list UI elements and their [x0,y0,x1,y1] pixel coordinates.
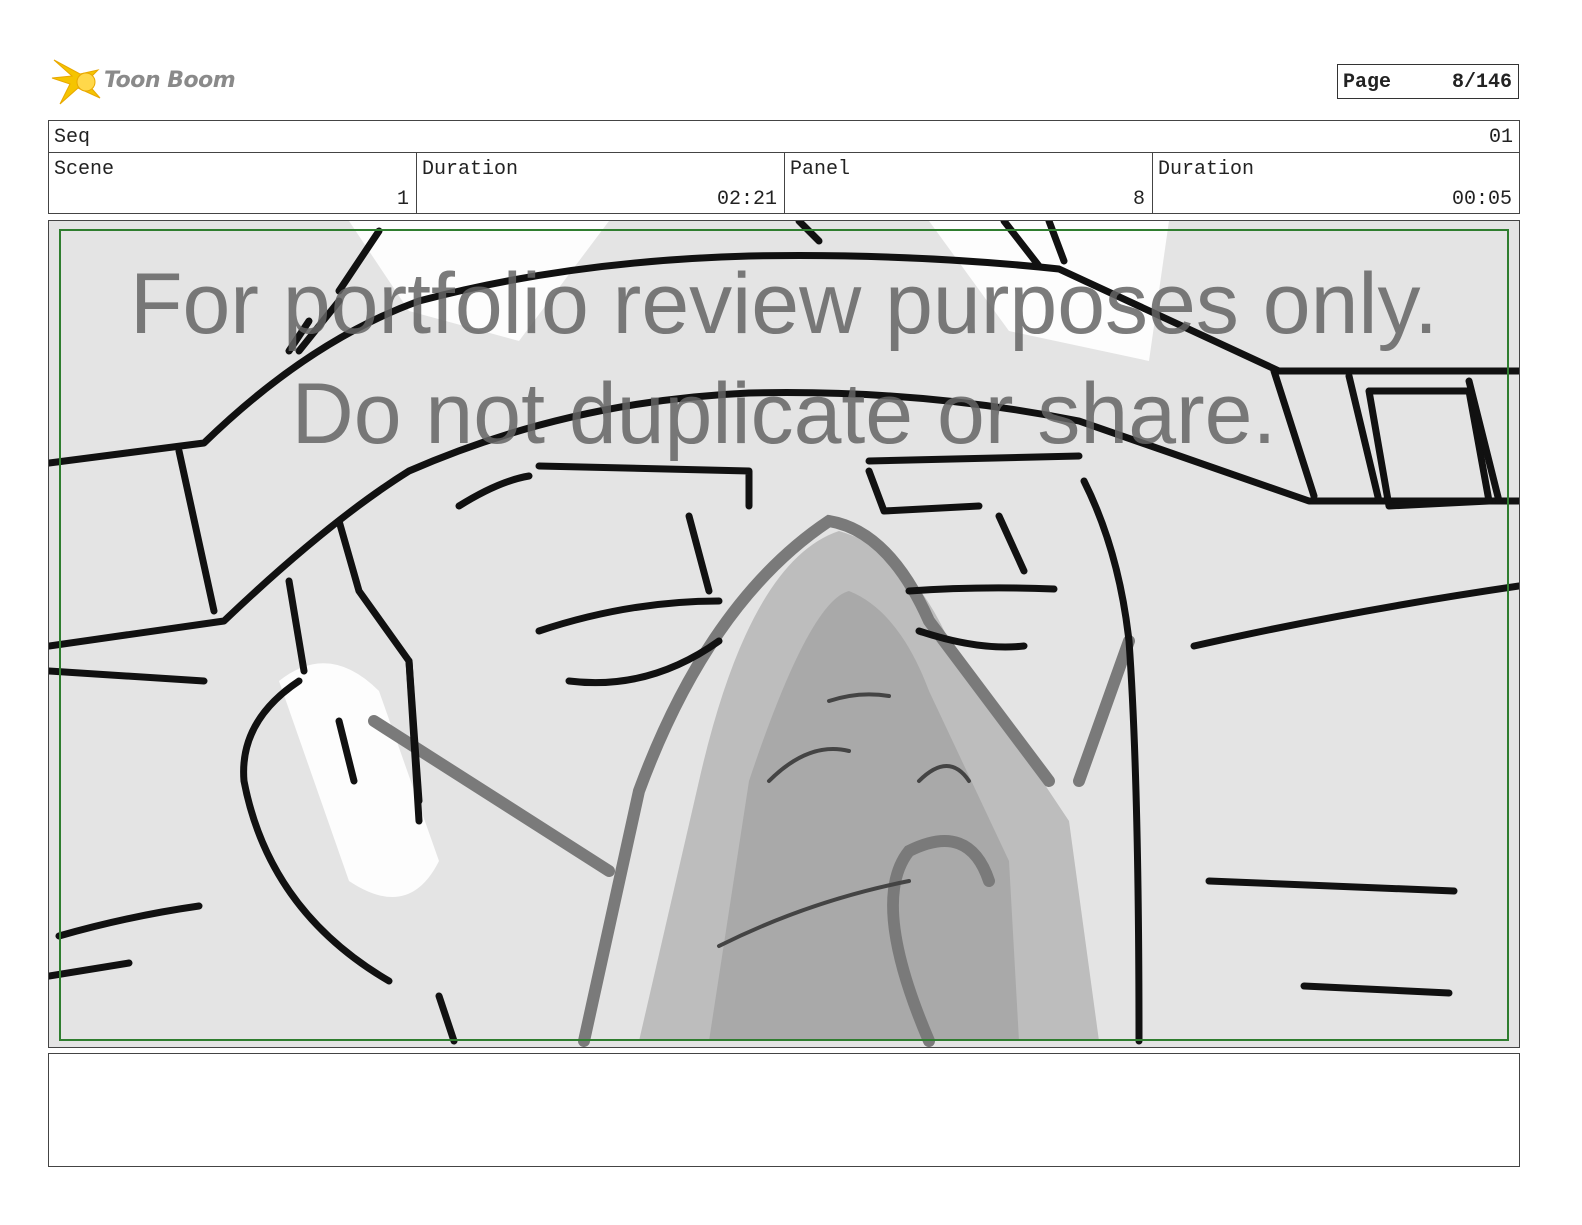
page-indicator: Page 8/146 [1337,64,1519,99]
panel-label: Panel [790,158,851,181]
panel-value: 8 [1132,188,1145,211]
scene-value: 1 [396,188,409,211]
panel-duration-cell: Duration 00:05 [1152,152,1519,214]
page-number: 8/146 [1451,71,1512,94]
sequence-row: Seq 01 [49,121,1519,153]
sequence-value: 01 [1488,126,1513,149]
panel-notes-box [48,1053,1520,1167]
panel-cell: Panel 8 [784,152,1152,214]
scene-label: Scene [54,158,115,181]
starburst-logo-icon [51,59,101,105]
page-label: Page [1343,71,1392,94]
storyboard-panel: For portfolio review purposes only. Do n… [48,220,1520,1048]
scene-duration-label: Duration [422,158,519,181]
storyboard-info-table: Seq 01 Scene 1 Duration 02:21 Panel 8 Du… [48,120,1520,214]
toon-boom-logo: Toon Boom [50,56,250,108]
scene-duration-cell: Duration 02:21 [416,152,784,214]
scene-cell: Scene 1 [49,152,416,214]
panel-duration-value: 00:05 [1451,188,1512,211]
sequence-label: Seq [54,126,91,149]
brand-name: Toon Boom [104,68,236,93]
scene-duration-value: 02:21 [716,188,777,211]
panel-duration-label: Duration [1158,158,1255,181]
panel-sketch-image [49,221,1519,1047]
